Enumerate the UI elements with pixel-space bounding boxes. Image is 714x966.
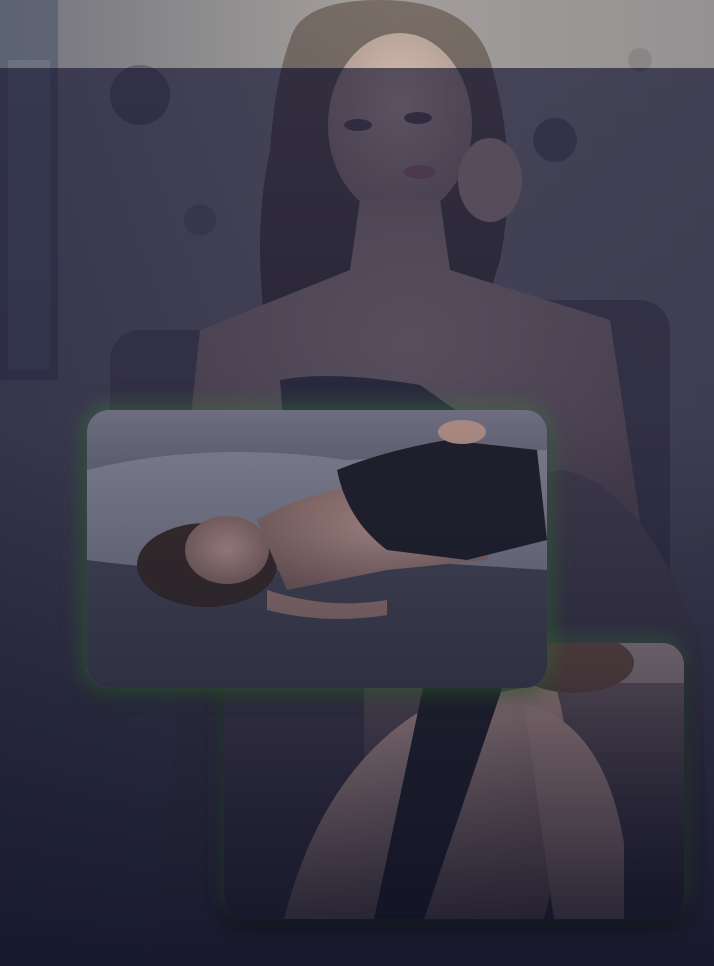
card-shade xyxy=(87,410,547,688)
top-strip xyxy=(0,0,714,68)
gallery-card-reclining[interactable] xyxy=(87,410,547,688)
landing-page xyxy=(0,0,714,966)
